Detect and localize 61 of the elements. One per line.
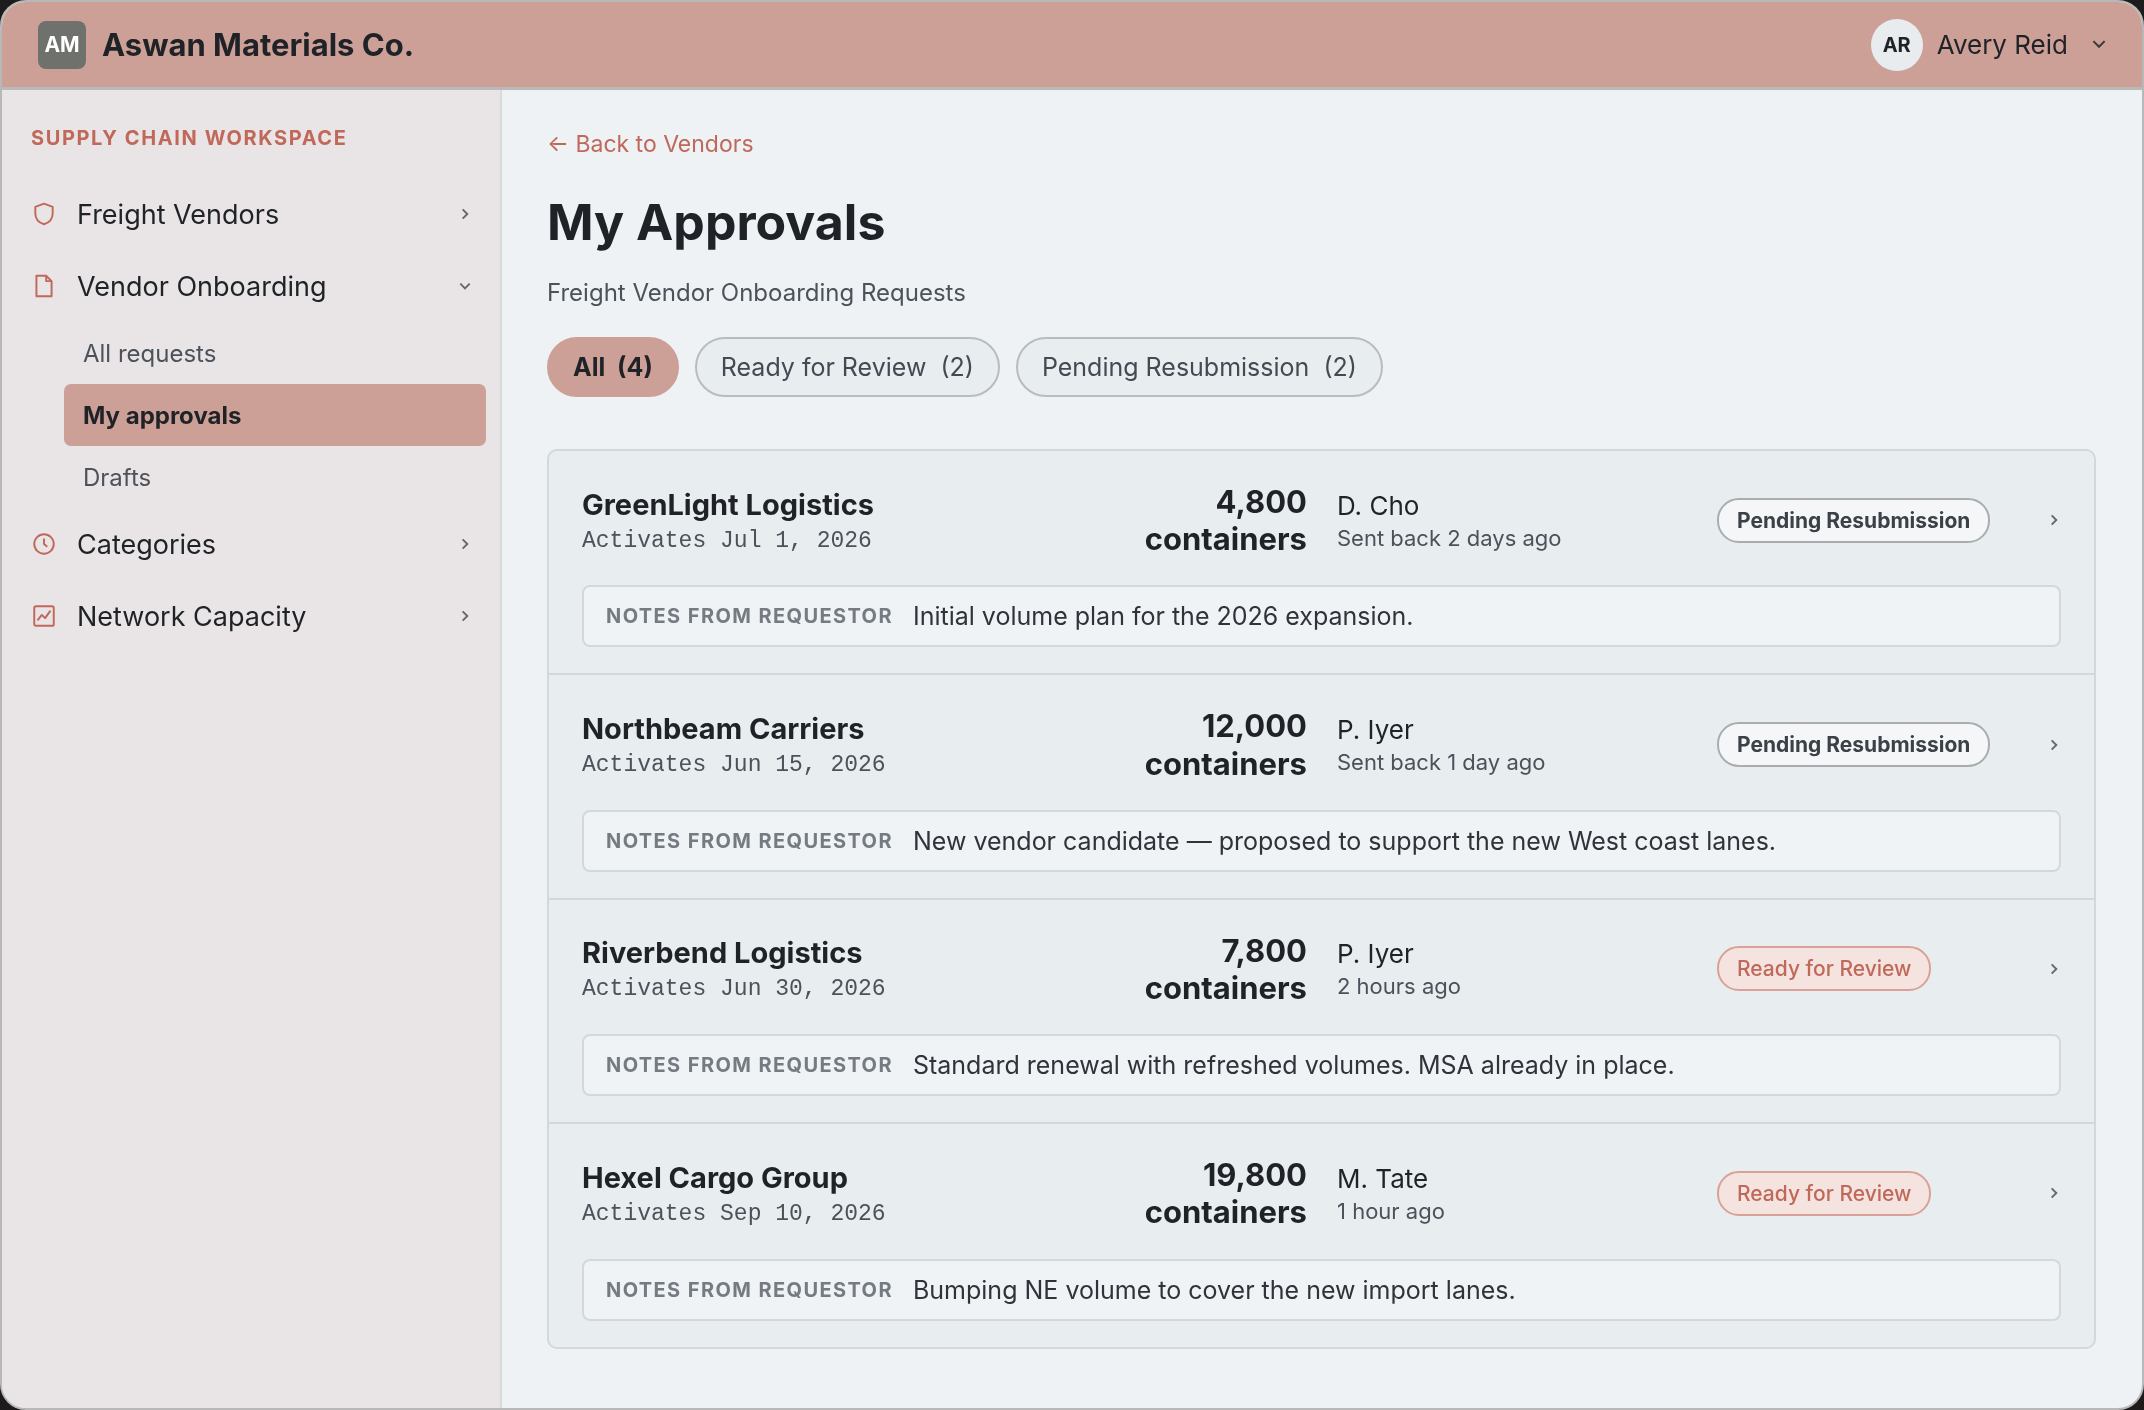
notes-text: New vendor candidate — proposed to support the new West coast lanes. [912, 825, 1777, 856]
notes-label: NOTES FROM REQUESTOR [606, 1053, 893, 1078]
vendor-name: Northbeam Carriers [582, 711, 866, 747]
notes-text: Standard renewal with refreshed volumes. MSA already in place. [912, 1050, 1675, 1081]
filter-chip[interactable]: Pending Resubmission (2) [1015, 337, 1383, 397]
request-row[interactable]: Riverbend Logistics Activates Jun 30, 2026 7,800 containers P. Iyer 2 hours ago Ready for Review NOTES FROM REQUESTOR Standard renewal with refreshed volumes. MSA already in place. [549, 897, 2094, 1123]
request-time: 2 hours ago [1337, 973, 1462, 1000]
nav-item[interactable]: Freight Vendors [31, 178, 486, 250]
request-row[interactable]: GreenLight Logistics Activates Jul 1, 2026 4,800 containers D. Cho Sent back 2 days ago Pending Resubmission NOTES FROM REQUESTOR Initial volume plan for the 2026 expansion. [549, 451, 2094, 674]
volume-unit: containers [1144, 744, 1307, 782]
user-name[interactable]: Avery Reid [1936, 29, 2068, 60]
volume-value: 7,800 [1221, 931, 1307, 969]
status-badge: Ready for Review [1717, 1170, 1932, 1216]
nav-item[interactable]: Vendor Onboarding [31, 250, 486, 322]
status-badge: Ready for Review [1717, 946, 1932, 992]
nav-subitem[interactable]: All requests [64, 322, 486, 384]
volume-unit: containers [1144, 520, 1307, 558]
vendor-name: Hexel Cargo Group [582, 1159, 849, 1195]
chart-icon [31, 603, 57, 629]
request-time: Sent back 2 days ago [1337, 524, 1563, 551]
request-row[interactable]: Northbeam Carriers Activates Jun 15, 2026 12,000 containers P. Iyer Sent back 1 day ago Pending Resubmission NOTES FROM REQUESTOR New vendor candidate — proposed to support the new West coast lanes. [549, 673, 2094, 898]
section-label: SUPPLY CHAIN WORKSPACE [31, 126, 349, 150]
requestor-name: M. Tate [1337, 1162, 1430, 1194]
filter-chip[interactable]: All (4) [547, 337, 679, 397]
logo-badge: AM [38, 20, 86, 69]
nav-subitem[interactable]: Drafts [64, 446, 486, 508]
volume-value: 4,800 [1215, 483, 1307, 521]
activation-date: Activates Sep 10, 2026 [582, 1200, 887, 1227]
activation-date: Activates Jun 15, 2026 [582, 752, 887, 779]
user-avatar[interactable]: AR [1870, 18, 1923, 71]
shield-icon [31, 201, 57, 227]
nav-subitem[interactable]: My approvals [64, 384, 486, 446]
vendor-name: Riverbend Logistics [582, 935, 864, 971]
activation-date: Activates Jul 1, 2026 [582, 527, 873, 554]
caret-icon[interactable] [2092, 40, 2106, 49]
activation-date: Activates Jun 30, 2026 [582, 976, 887, 1003]
notes-text: Bumping NE volume to cover the new import lanes. [912, 1274, 1516, 1305]
notes-label: NOTES FROM REQUESTOR [606, 828, 893, 853]
nav-item[interactable]: Network Capacity [31, 580, 486, 652]
volume-value: 19,800 [1202, 1156, 1307, 1194]
status-badge: Pending Resubmission [1717, 722, 1991, 768]
page-subtitle: Freight Vendor Onboarding Requests [547, 278, 967, 307]
volume-value: 12,000 [1201, 707, 1307, 745]
requestor-name: D. Cho [1337, 489, 1421, 521]
nav-item[interactable]: Categories [31, 508, 486, 580]
filter-chip[interactable]: Ready for Review (2) [694, 337, 1000, 397]
clock-icon [31, 531, 57, 557]
page-title: My Approvals [547, 192, 887, 252]
vendor-name: GreenLight Logistics [582, 486, 875, 522]
notes-text: Initial volume plan for the 2026 expansion. [912, 601, 1414, 632]
notes-label: NOTES FROM REQUESTOR [606, 604, 893, 629]
volume-unit: containers [1144, 968, 1307, 1007]
volume-unit: containers [1144, 1193, 1307, 1231]
notes-label: NOTES FROM REQUESTOR [606, 1277, 893, 1302]
requestor-name: P. Iyer [1337, 938, 1415, 970]
status-badge: Pending Resubmission [1717, 497, 1991, 543]
request-time: Sent back 1 day ago [1337, 749, 1547, 776]
company-name: Aswan Materials Co. [102, 26, 415, 63]
request-row[interactable]: Hexel Cargo Group Activates Sep 10, 2026 19,800 containers M. Tate 1 hour ago Ready for Review NOTES FROM REQUESTOR Bumping NE volume to cover the new import lanes. [549, 1122, 2094, 1347]
request-time: 1 hour ago [1337, 1197, 1446, 1224]
requestor-name: P. Iyer [1337, 714, 1415, 746]
